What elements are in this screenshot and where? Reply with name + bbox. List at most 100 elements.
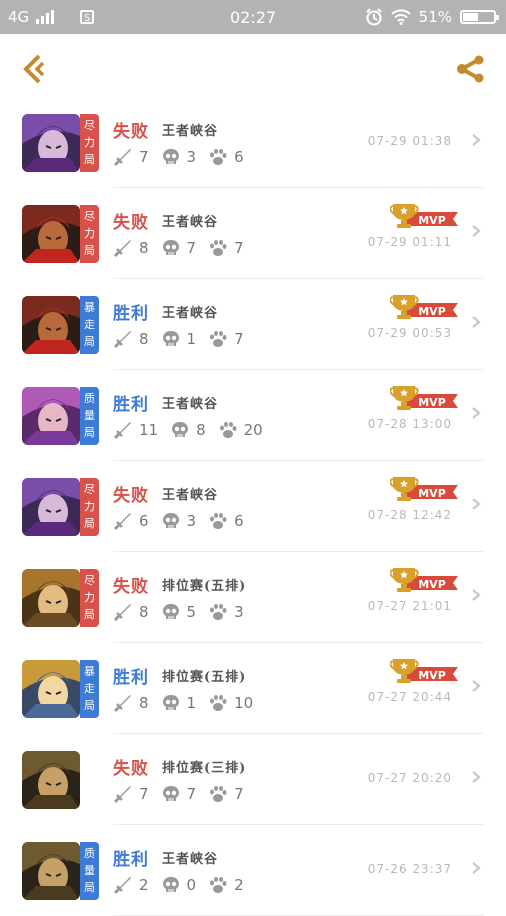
chevron-right-icon	[472, 316, 481, 328]
battery-percent: 51%	[418, 8, 452, 26]
match-row[interactable]: 尽力局 失败 王者峡谷 6 3 6 MVP 07-28 12:42	[0, 461, 506, 552]
hero-avatar	[22, 842, 80, 900]
match-tag: 质量局	[80, 842, 99, 900]
paw-icon	[210, 604, 227, 620]
hero-avatar	[22, 751, 80, 809]
hero-avatar	[22, 660, 80, 718]
deaths-stat: 7	[161, 784, 196, 804]
header	[0, 34, 506, 104]
sword-icon	[113, 422, 131, 440]
back-icon	[23, 54, 45, 84]
match-result: 胜利	[113, 668, 149, 688]
hero-avatar	[22, 114, 80, 172]
match-result: 胜利	[113, 304, 149, 324]
deaths-stat: 5	[161, 602, 197, 622]
match-mode: 王者峡谷	[162, 124, 219, 139]
wifi-icon	[390, 9, 411, 25]
mvp-badge: MVP	[389, 657, 460, 685]
match-row[interactable]: 质量局 胜利 王者峡谷 11 8 20 MVP 07-28 13:00	[0, 370, 506, 461]
paw-icon	[210, 149, 227, 165]
skull-icon	[162, 513, 179, 528]
kills-stat: 7	[113, 147, 149, 167]
paw-icon	[210, 786, 227, 802]
match-tag: 暴走局	[80, 660, 99, 718]
deaths-value: 3	[186, 512, 197, 530]
share-button[interactable]	[454, 52, 488, 86]
assists-stat: 7	[208, 784, 244, 804]
match-row[interactable]: 暴走局 胜利 王者峡谷 8 1 7 MVP 07-29 00:53	[0, 279, 506, 370]
match-row[interactable]: 质量局 胜利 王者峡谷 2 0 2 07-26 23:37	[0, 825, 506, 916]
match-time: 07-27 20:20	[367, 771, 452, 785]
kills-value: 8	[139, 239, 149, 257]
deaths-value: 5	[186, 603, 197, 621]
deaths-value: 3	[186, 148, 197, 166]
hero-avatar	[22, 478, 80, 536]
match-row[interactable]: 尽力局 失败 王者峡谷 7 3 6 07-29 01:38	[0, 97, 506, 188]
hero-avatar	[22, 387, 80, 445]
match-tag: 暴走局	[80, 296, 99, 354]
match-result: 胜利	[113, 395, 149, 415]
mvp-badge: MVP	[389, 475, 460, 503]
assists-value: 10	[234, 694, 254, 712]
kda-stats: 6 3 6	[113, 511, 256, 531]
hero-avatar	[22, 205, 80, 263]
assists-value: 3	[234, 603, 244, 621]
match-list: 尽力局 失败 王者峡谷 7 3 6 07-29 01:38 尽力局 失败 王者峡…	[0, 97, 506, 916]
mvp-label: MVP	[418, 396, 446, 409]
kda-stats: 2 0 2	[113, 875, 256, 895]
deaths-stat: 3	[161, 511, 197, 531]
assists-value: 7	[234, 330, 244, 348]
match-result: 失败	[113, 213, 149, 233]
battery-icon	[460, 10, 499, 24]
chevron-right-icon	[472, 134, 481, 146]
sword-icon	[113, 149, 131, 167]
match-mode: 王者峡谷	[162, 852, 219, 867]
sword-icon	[113, 604, 131, 622]
sword-icon	[113, 695, 131, 713]
match-result: 失败	[113, 486, 149, 506]
deaths-value: 1	[186, 330, 197, 348]
kda-stats: 7 3 6	[113, 147, 256, 167]
match-row[interactable]: 暴走局 胜利 排位赛(五排) 8 1 10 MVP 07-27 20:44	[0, 643, 506, 734]
status-bar: 4G S 02:27 51%	[0, 0, 506, 34]
assists-stat: 3	[208, 602, 244, 622]
kda-stats: 11 8 20	[113, 420, 275, 440]
assists-value: 20	[243, 421, 263, 439]
match-row[interactable]: 尽力局 失败 王者峡谷 8 7 7 MVP 07-29 01:11	[0, 188, 506, 279]
sword-icon	[113, 240, 131, 258]
match-row[interactable]: 失败 排位赛(三排) 7 7 7 07-27 20:20	[0, 734, 506, 825]
match-mode: 排位赛(五排)	[162, 670, 247, 685]
match-time: 07-29 01:38	[367, 134, 452, 148]
kills-stat: 7	[113, 784, 149, 804]
kills-value: 2	[139, 876, 149, 894]
sword-icon	[113, 786, 131, 804]
match-mode: 王者峡谷	[162, 215, 219, 230]
kills-value: 6	[139, 512, 149, 530]
mvp-badge: MVP	[389, 384, 460, 412]
match-mode: 王者峡谷	[162, 488, 219, 503]
chevron-right-icon	[472, 407, 481, 419]
kda-stats: 8 1 10	[113, 693, 265, 713]
kills-stat: 8	[113, 693, 149, 713]
mvp-label: MVP	[418, 305, 446, 318]
skull-icon	[162, 786, 179, 801]
chevron-right-icon	[472, 498, 481, 510]
match-mode: 排位赛(五排)	[162, 579, 247, 594]
alarm-icon	[365, 8, 382, 26]
match-time: 07-28 13:00	[367, 417, 452, 431]
sword-icon	[113, 513, 131, 531]
skull-icon	[162, 240, 179, 255]
assists-value: 7	[234, 785, 244, 803]
back-button[interactable]	[18, 52, 52, 86]
assists-stat: 6	[208, 147, 244, 167]
assists-value: 7	[234, 239, 244, 257]
hero-avatar	[22, 296, 80, 354]
match-row[interactable]: 尽力局 失败 排位赛(五排) 8 5 3 MVP 07-27 21:01	[0, 552, 506, 643]
paw-icon	[210, 877, 227, 893]
deaths-value: 1	[186, 694, 197, 712]
skull-icon	[162, 149, 179, 164]
kills-stat: 11	[113, 420, 158, 440]
sword-icon	[113, 331, 131, 349]
kills-value: 7	[139, 148, 149, 166]
match-time: 07-27 20:44	[367, 690, 452, 704]
